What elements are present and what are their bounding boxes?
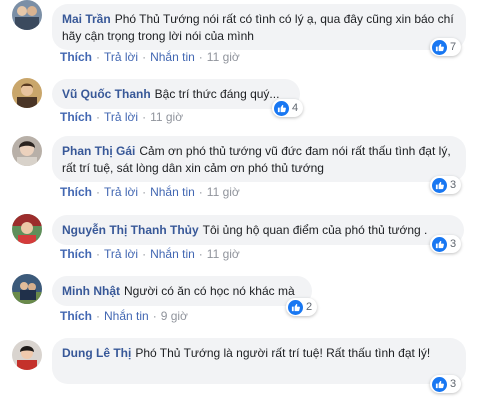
comment-actions: Thích · Trả lời · Nhắn tin · 11 giờ bbox=[60, 50, 240, 64]
comment-text: Người có ăn có học nó khác mà bbox=[124, 284, 295, 298]
comment-author[interactable]: Nguyễn Thị Thanh Thủy bbox=[62, 223, 199, 237]
comment-time[interactable]: 9 giờ bbox=[161, 309, 188, 323]
message-button[interactable]: Nhắn tin bbox=[104, 309, 149, 323]
message-button[interactable]: Nhắn tin bbox=[150, 247, 195, 261]
comment-bubble: Vũ Quốc Thanh Bậc trí thức đáng quý... bbox=[52, 79, 300, 109]
comment-text: Phó Thủ Tướng là người rất trí tuệ! Rất … bbox=[135, 346, 431, 360]
reaction-number: 4 bbox=[292, 102, 299, 114]
comment-bubble: Dung Lê Thị Phó Thủ Tướng là người rất tr… bbox=[52, 338, 466, 384]
like-button[interactable]: Thích bbox=[60, 247, 92, 261]
reply-button[interactable]: Trả lời bbox=[104, 247, 138, 261]
reaction-number: 3 bbox=[450, 378, 457, 390]
comment-author[interactable]: Vũ Quốc Thanh bbox=[62, 87, 151, 101]
like-button[interactable]: Thích bbox=[60, 185, 92, 199]
reaction-number: 7 bbox=[450, 41, 457, 53]
comment-time[interactable]: 11 giờ bbox=[207, 50, 240, 64]
reply-button[interactable]: Trả lời bbox=[104, 110, 138, 124]
thumbs-up-icon bbox=[288, 299, 303, 315]
comment-text: Bậc trí thức đáng quý... bbox=[154, 87, 280, 101]
comment-author[interactable]: Dung Lê Thị bbox=[62, 346, 131, 360]
comment-time[interactable]: 11 giờ bbox=[150, 110, 183, 124]
thumbs-up-icon bbox=[274, 100, 289, 116]
like-button[interactable]: Thích bbox=[60, 110, 92, 124]
comment-bubble: Minh Nhật Người có ăn có học nó khác mà bbox=[52, 276, 312, 306]
avatar[interactable] bbox=[12, 340, 42, 370]
reaction-number: 2 bbox=[306, 301, 313, 313]
message-button[interactable]: Nhắn tin bbox=[150, 50, 195, 64]
comment: Mai Trần Phó Thủ Tướng nói rất có tình có… bbox=[0, 0, 500, 70]
comment: Vũ Quốc Thanh Bậc trí thức đáng quý... 4 … bbox=[0, 72, 500, 124]
comment-actions: Thích · Nhắn tin · 9 giờ bbox=[60, 309, 188, 323]
comment: Nguyễn Thị Thanh Thủy Tôi ủng hộ quan điể… bbox=[0, 208, 500, 264]
thumbs-up-icon bbox=[432, 39, 447, 55]
comment-actions: Thích · Trả lời · Nhắn tin · 11 giờ bbox=[60, 247, 240, 261]
like-button[interactable]: Thích bbox=[60, 50, 92, 64]
comment: Minh Nhật Người có ăn có học nó khác mà 2… bbox=[0, 268, 500, 324]
comment-actions: Thích · Trả lời · 11 giờ bbox=[60, 110, 184, 124]
comment-author[interactable]: Mai Trần bbox=[62, 12, 111, 26]
reaction-count[interactable]: 3 bbox=[430, 235, 462, 253]
thumbs-up-icon bbox=[432, 236, 447, 252]
comment-bubble: Nguyễn Thị Thanh Thủy Tôi ủng hộ quan điể… bbox=[52, 215, 464, 245]
comment-author[interactable]: Phan Thị Gái bbox=[62, 144, 135, 158]
comment-actions: Thích · Trả lời · Nhắn tin · 11 giờ bbox=[60, 185, 240, 199]
reply-button[interactable]: Trả lời bbox=[104, 50, 138, 64]
reaction-count[interactable]: 4 bbox=[272, 99, 304, 117]
comment: Dung Lê Thị Phó Thủ Tướng là người rất tr… bbox=[0, 332, 500, 401]
reaction-number: 3 bbox=[450, 238, 457, 250]
reaction-count[interactable]: 3 bbox=[430, 375, 462, 393]
avatar[interactable] bbox=[12, 136, 42, 166]
reaction-number: 3 bbox=[450, 179, 457, 191]
reaction-count[interactable]: 3 bbox=[430, 176, 462, 194]
comment-time[interactable]: 11 giờ bbox=[207, 185, 240, 199]
thumbs-up-icon bbox=[432, 376, 447, 392]
like-button[interactable]: Thích bbox=[60, 309, 92, 323]
avatar[interactable] bbox=[12, 214, 42, 244]
comment-text: Phó Thủ Tướng nói rất có tình có lý ạ, q… bbox=[62, 12, 454, 43]
reaction-count[interactable]: 7 bbox=[430, 38, 462, 56]
avatar[interactable] bbox=[12, 274, 42, 304]
reaction-count[interactable]: 2 bbox=[286, 298, 318, 316]
comment-bubble: Mai Trần Phó Thủ Tướng nói rất có tình có… bbox=[52, 4, 466, 50]
reply-button[interactable]: Trả lời bbox=[104, 185, 138, 199]
comment-text: Tôi ủng hộ quan điểm của phó thủ tướng . bbox=[202, 223, 428, 237]
comment-time[interactable]: 11 giờ bbox=[207, 247, 240, 261]
thumbs-up-icon bbox=[432, 177, 447, 193]
avatar[interactable] bbox=[12, 0, 42, 30]
comment-author[interactable]: Minh Nhật bbox=[62, 284, 120, 298]
message-button[interactable]: Nhắn tin bbox=[150, 185, 195, 199]
comment: Phan Thị Gái Cảm ơn phó thủ tướng vũ đức … bbox=[0, 132, 500, 202]
comment-bubble: Phan Thị Gái Cảm ơn phó thủ tướng vũ đức … bbox=[52, 136, 466, 182]
avatar[interactable] bbox=[12, 78, 42, 108]
